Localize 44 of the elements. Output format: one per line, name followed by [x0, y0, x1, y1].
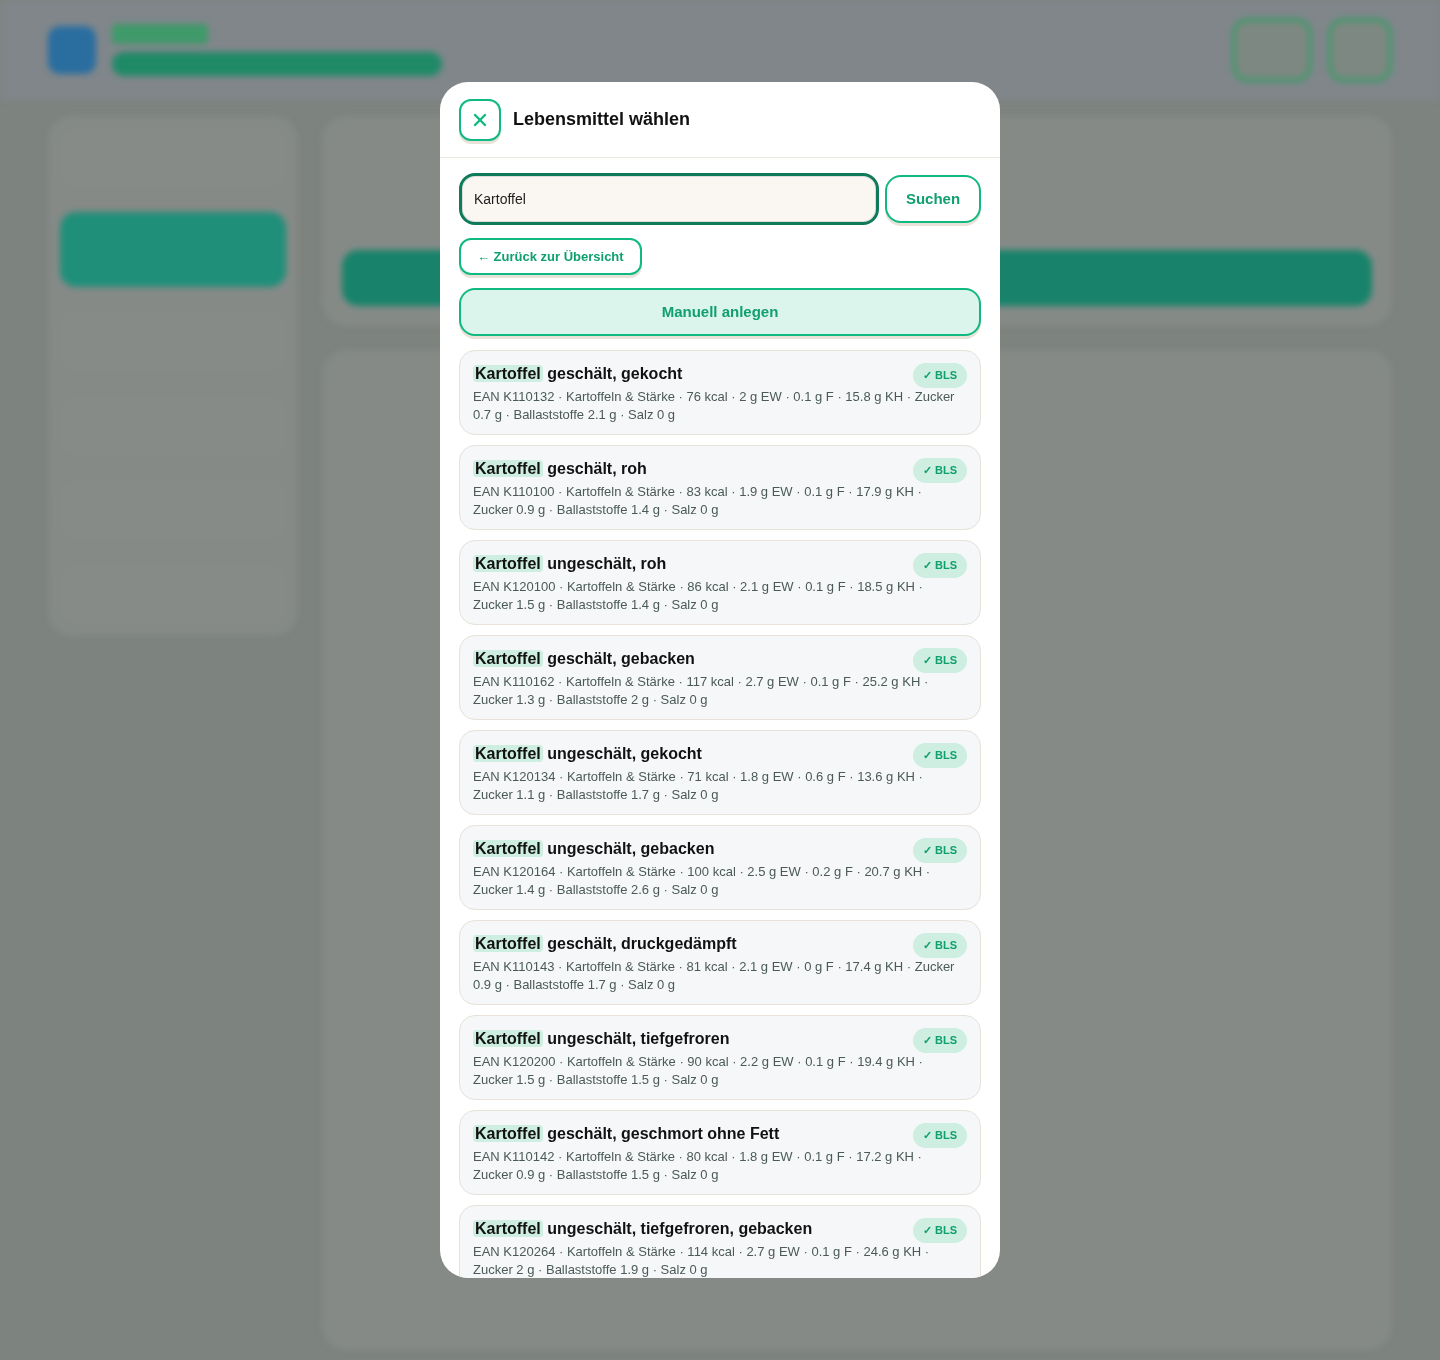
- food-title: Kartoffel geschält, druckgedämpft: [473, 934, 737, 954]
- source-badge: ✓ BLS: [912, 458, 967, 483]
- food-result-card[interactable]: Kartoffel geschält, gebacken ✓ BLS EAN K110162 · Kartoffeln & Stärke · 117 kcal · 2.7 g EW · 0.1 g F · 25.2 g KH · Zucker 1.3 g · Ballaststoffe 2 g · Salz 0 g: [459, 635, 981, 720]
- close-button[interactable]: [459, 98, 501, 141]
- nutrition-details: EAN K110100 · Kartoffeln & Stärke · 83 kcal · 1.9 g EW · 0.1 g F · 17.9 g KH · Zucker 0.9 g · Ballaststoffe 1.4 g · Salz 0 g: [473, 482, 923, 519]
- food-result-card[interactable]: Kartoffel ungeschält, gebacken ✓ BLS EAN K120164 · Kartoffeln & Stärke · 100 kcal · 2.5 g EW · 0.2 g F · 20.7 g KH · Zucker 1.4 g · Ballaststoffe 2.6 g · Salz 0 g: [459, 825, 981, 910]
- food-result-card[interactable]: Kartoffel geschält, geschmort ohne Fett ✓ BLS EAN K110142 · Kartoffeln & Stärke · 80 kcal · 1.8 g EW · 0.1 g F · 17.2 g KH · Zucker 0.9 g · Ballaststoffe 1.5 g · Salz 0 g: [459, 1110, 981, 1195]
- food-title: Kartoffel geschält, geschmort ohne Fett: [473, 1124, 780, 1144]
- close-icon: [473, 112, 487, 127]
- source-badge: ✓ BLS: [912, 553, 967, 578]
- food-result-card[interactable]: Kartoffel ungeschält, roh ✓ BLS EAN K120100 · Kartoffeln & Stärke · 86 kcal · 2.1 g EW · 0.1 g F · 18.5 g KH · Zucker 1.5 g · Ballaststoffe 1.4 g · Salz 0 g: [459, 540, 981, 625]
- nutrition-details: EAN K110162 · Kartoffeln & Stärke · 117 kcal · 2.7 g EW · 0.1 g F · 25.2 g KH · Zucker 1.3 g · Ballaststoffe 2 g · Salz 0 g: [473, 672, 930, 709]
- food-title: Kartoffel geschält, gebacken: [473, 649, 695, 669]
- nutrition-details: EAN K120164 · Kartoffeln & Stärke · 100 kcal · 2.5 g EW · 0.2 g F · 20.7 g KH · Zucker 1.4 g · Ballaststoffe 2.6 g · Salz 0 g: [473, 862, 932, 899]
- source-badge: ✓ BLS: [912, 933, 967, 958]
- nutrition-details: EAN K110132 · Kartoffeln & Stärke · 76 kcal · 2 g EW · 0.1 g F · 15.8 g KH · Zucker 0.7 g · Ballaststoffe 2.1 g · Salz 0 g: [473, 387, 956, 424]
- food-result-card[interactable]: Kartoffel geschält, gekocht ✓ BLS EAN K110132 · Kartoffeln & Stärke · 76 kcal · 2 g EW · 0.1 g F · 15.8 g KH · Zucker 0.7 g · Ballaststoffe 2.1 g · Salz 0 g: [459, 350, 981, 435]
- dialog-title: Lebensmittel wählen: [513, 108, 691, 131]
- food-title: Kartoffel ungeschält, gekocht: [473, 744, 702, 764]
- source-badge: ✓ BLS: [912, 838, 967, 863]
- search-field[interactable]: Kartoffel: [459, 173, 879, 225]
- food-result-card[interactable]: Kartoffel ungeschält, gekocht ✓ BLS EAN K120134 · Kartoffeln & Stärke · 71 kcal · 1.8 g EW · 0.6 g F · 13.6 g KH · Zucker 1.1 g · Ballaststoffe 1.7 g · Salz 0 g: [459, 730, 981, 815]
- food-result-card[interactable]: Kartoffel ungeschält, tiefgefroren ✓ BLS EAN K120200 · Kartoffeln & Stärke · 90 kcal · 2.2 g EW · 0.1 g F · 19.4 g KH · Zucker 1.5 g · Ballaststoffe 1.5 g · Salz 0 g: [459, 1015, 981, 1100]
- source-badge: ✓ BLS: [912, 1123, 967, 1148]
- food-result-card[interactable]: Kartoffel geschält, druckgedämpft ✓ BLS EAN K110143 · Kartoffeln & Stärke · 81 kcal · 2.1 g EW · 0 g F · 17.4 g KH · Zucker 0.9 g · Ballaststoffe 1.7 g · Salz 0 g: [459, 920, 981, 1005]
- food-title: Kartoffel ungeschält, roh: [473, 554, 667, 574]
- food-title: Kartoffel geschält, roh: [473, 459, 647, 479]
- source-badge: ✓ BLS: [912, 1218, 967, 1243]
- food-result-card[interactable]: Kartoffel geschält, roh ✓ BLS EAN K110100 · Kartoffeln & Stärke · 83 kcal · 1.9 g EW · 0.1 g F · 17.9 g KH · Zucker 0.9 g · Ballaststoffe 1.4 g · Salz 0 g: [459, 445, 981, 530]
- source-badge: ✓ BLS: [912, 363, 967, 388]
- nutrition-details: EAN K110143 · Kartoffeln & Stärke · 81 kcal · 2.1 g EW · 0 g F · 17.4 g KH · Zucker 0.9 g · Ballaststoffe 1.7 g · Salz 0 g: [473, 957, 956, 994]
- food-title: Kartoffel geschält, gekocht: [473, 364, 683, 384]
- nutrition-details: EAN K110142 · Kartoffeln & Stärke · 80 kcal · 1.8 g EW · 0.1 g F · 17.2 g KH · Zucker 0.9 g · Ballaststoffe 1.5 g · Salz 0 g: [473, 1147, 923, 1184]
- food-result-card[interactable]: Kartoffel ungeschält, tiefgefroren, gebacken ✓ BLS EAN K120264 · Kartoffeln & Stärke · 114 kcal · 2.7 g EW · 0.1 g F · 24.6 g KH · Zucker 2 g · Ballaststoffe 1.9 g · Salz 0 g: [459, 1205, 981, 1278]
- food-title: Kartoffel ungeschält, tiefgefroren: [473, 1029, 730, 1049]
- food-title: Kartoffel ungeschält, gebacken: [473, 839, 715, 859]
- source-badge: ✓ BLS: [912, 648, 967, 673]
- source-badge: ✓ BLS: [912, 1028, 967, 1053]
- food-title: Kartoffel ungeschält, tiefgefroren, gebacken: [473, 1219, 813, 1239]
- nutrition-details: EAN K120134 · Kartoffeln & Stärke · 71 kcal · 1.8 g EW · 0.6 g F · 13.6 g KH · Zucker 1.1 g · Ballaststoffe 1.7 g · Salz 0 g: [473, 767, 924, 804]
- nutrition-details: EAN K120264 · Kartoffeln & Stärke · 114 kcal · 2.7 g EW · 0.1 g F · 24.6 g KH · Zucker 2 g · Ballaststoffe 1.9 g · Salz 0 g: [473, 1242, 931, 1278]
- nutrition-details: EAN K120100 · Kartoffeln & Stärke · 86 kcal · 2.1 g EW · 0.1 g F · 18.5 g KH · Zucker 1.5 g · Ballaststoffe 1.4 g · Salz 0 g: [473, 577, 924, 614]
- nutrition-details: EAN K120200 · Kartoffeln & Stärke · 90 kcal · 2.2 g EW · 0.1 g F · 19.4 g KH · Zucker 1.5 g · Ballaststoffe 1.5 g · Salz 0 g: [473, 1052, 924, 1089]
- source-badge: ✓ BLS: [912, 743, 967, 768]
